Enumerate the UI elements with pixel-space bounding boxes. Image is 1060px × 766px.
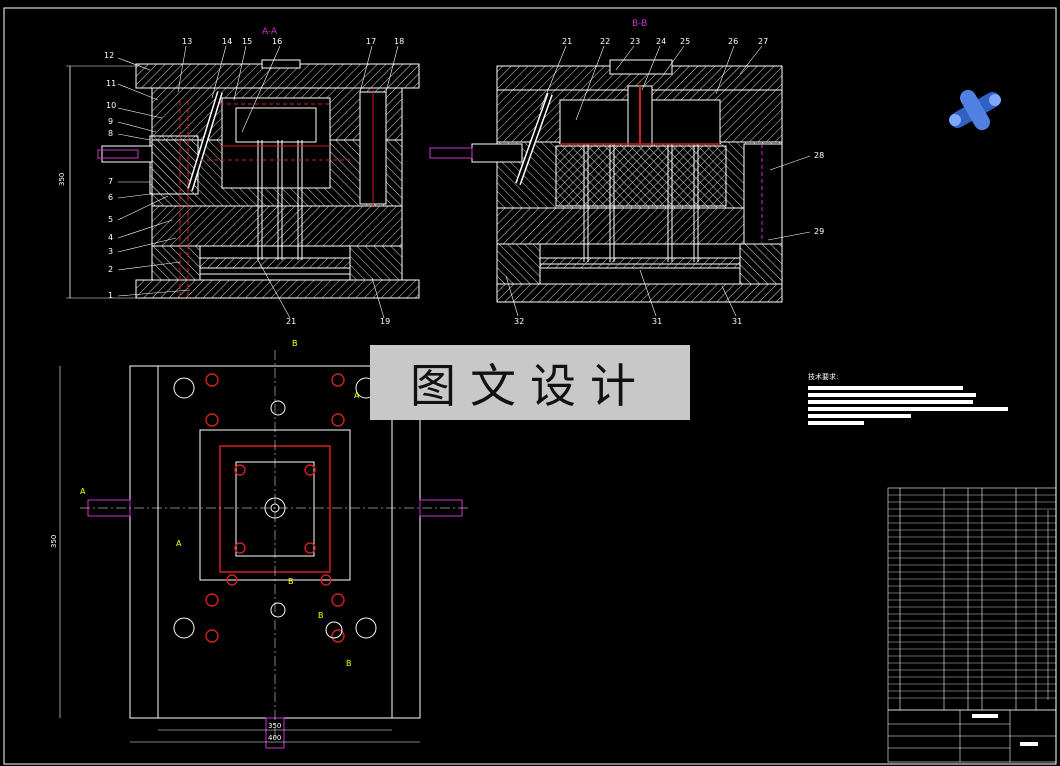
dim-plan-width-inner: 350: [268, 722, 281, 730]
callout-24: 24: [656, 37, 666, 46]
callout-15: 15: [242, 37, 252, 46]
callout-1: 1: [108, 291, 113, 300]
plan-marker-b2: B: [288, 577, 294, 586]
tech-note-line: [808, 414, 911, 418]
section-aa-view: A-A 350 12 11 10 9 8 7 6 5 4 3 2 1 13 14…: [58, 27, 420, 326]
tech-note-line: [808, 421, 864, 425]
callout-8: 8: [108, 129, 113, 138]
plan-marker-b1: B: [292, 339, 298, 348]
callout-21b: 21: [562, 37, 572, 46]
plan-marker-a1: A: [80, 487, 86, 496]
callout-18: 18: [394, 37, 404, 46]
plan-marker-b3: B: [318, 611, 324, 620]
tech-note-line: [808, 393, 976, 397]
tech-notes-title: 技术要求:: [808, 373, 839, 381]
callout-16: 16: [272, 37, 282, 46]
tech-note-line: [808, 407, 1008, 411]
plan-marker-a3: A: [176, 539, 182, 548]
callout-23: 23: [630, 37, 640, 46]
callout-29: 29: [814, 227, 824, 236]
watermark-text: 图文设计: [410, 358, 650, 413]
callout-26: 26: [728, 37, 738, 46]
callout-13: 13: [182, 37, 192, 46]
callout-32: 32: [514, 317, 524, 326]
callout-31b: 31: [732, 317, 742, 326]
callout-25: 25: [680, 37, 690, 46]
title-block: [887, 709, 1057, 763]
callout-14: 14: [222, 37, 232, 46]
tech-notes: 技术要求:: [808, 372, 1018, 428]
callout-6: 6: [108, 193, 113, 202]
callout-21a: 21: [286, 317, 296, 326]
callout-3: 3: [108, 247, 113, 256]
section-aa-label: A-A: [262, 27, 278, 37]
callout-27: 27: [758, 37, 768, 46]
callout-28: 28: [814, 151, 824, 160]
dim-plan-width-outer: 400: [268, 734, 281, 742]
parts-list-rows: [888, 494, 1056, 699]
dim-plan-height: 350: [50, 535, 58, 548]
tech-note-line: [808, 400, 973, 404]
dim-height: 350: [58, 173, 66, 186]
section-bb-view: B-B 21 22 23 24 25 26 27 28 29 32 31 31: [429, 19, 824, 326]
callout-7: 7: [108, 177, 113, 186]
callout-22: 22: [600, 37, 610, 46]
callout-31a: 31: [652, 317, 662, 326]
callout-4: 4: [108, 233, 113, 242]
watermark-box: 图文设计: [370, 345, 690, 420]
callout-12: 12: [104, 51, 114, 60]
tech-note-line: [808, 386, 963, 390]
callout-2: 2: [108, 265, 113, 274]
plan-marker-b4: B: [346, 659, 352, 668]
callout-5: 5: [108, 215, 113, 224]
callout-19: 19: [380, 317, 390, 326]
part-3d-preview-icon: [949, 89, 1001, 131]
plan-marker-a2: A: [354, 391, 360, 400]
callout-17: 17: [366, 37, 376, 46]
callout-11: 11: [106, 79, 116, 88]
parts-list-table: [887, 487, 1057, 711]
callout-9: 9: [108, 117, 113, 126]
callout-10: 10: [106, 101, 116, 110]
section-bb-label: B-B: [632, 19, 647, 29]
